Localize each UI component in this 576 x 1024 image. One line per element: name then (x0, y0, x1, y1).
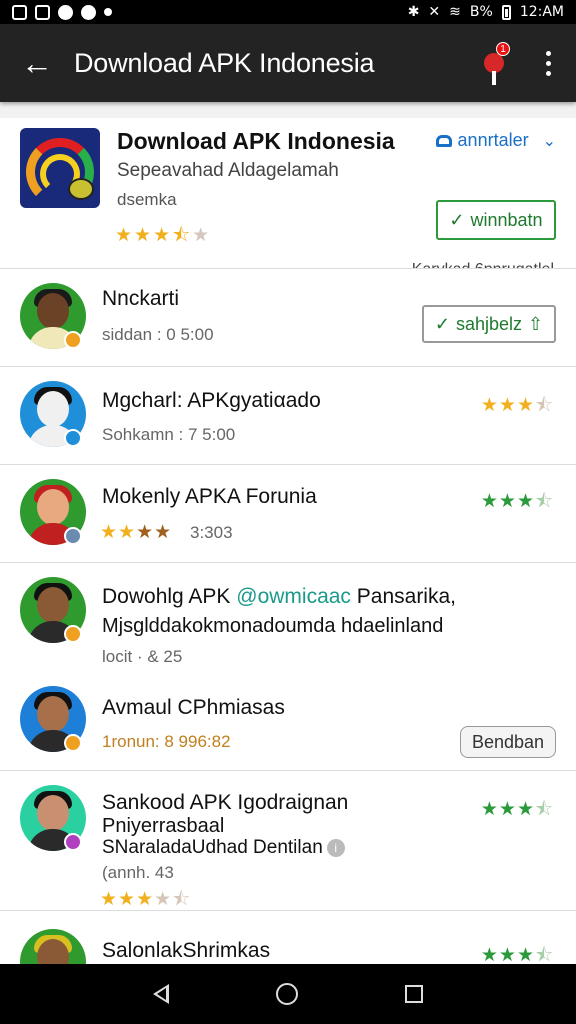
item-inline-rating: ★★★★ (100, 522, 173, 543)
overflow-menu-icon[interactable] (520, 24, 576, 102)
item-rating: ★★★⯪ (480, 395, 554, 416)
app-bar: ← Download APK Indonesia 1 (0, 24, 576, 102)
info-icon[interactable]: i (326, 838, 345, 857)
battery-icon (501, 4, 511, 20)
up-arrow-icon: ⇧ (528, 313, 544, 334)
sahjbelz-button[interactable]: ✓ sahjbelz ⇧ (422, 305, 556, 343)
item-subtitle: 1ronun: 8 996:82 (102, 732, 231, 751)
nav-home-icon[interactable] (275, 983, 298, 1005)
verified-badge-icon (64, 833, 82, 851)
featured-developer: dsemka (117, 190, 177, 209)
nav-recents-icon[interactable] (404, 985, 423, 1003)
content-list[interactable]: Download APK Indonesia Sepeavahad Aldage… (0, 102, 576, 964)
check-icon: ✓ (434, 313, 450, 334)
list-item[interactable]: Mgcharl: APKgyatiαado Sohkamn : 7 5:00 ★… (0, 366, 576, 464)
item-subtitle: locit · & 25 (102, 647, 183, 666)
notification-icon (484, 53, 504, 85)
clock: 12:AM (519, 4, 564, 20)
item-subtitle: Sohkamn : 7 5:00 (102, 425, 236, 444)
item-line-2: Pniyerrasbaal (102, 815, 225, 837)
signal-text: B% (469, 4, 493, 20)
item-line-3-text: SNaraladaUdhad Dentilan (102, 837, 323, 858)
item-title: Nnckarti (102, 287, 180, 310)
sync-notification-icon (81, 4, 96, 20)
item-subtitle: 3:303 (190, 523, 233, 542)
notification-button[interactable]: 1 (468, 24, 520, 102)
avatar (20, 929, 86, 964)
image-notification-icon (12, 4, 27, 20)
page-title: Download APK Indonesia (74, 47, 375, 78)
list-item[interactable]: Sankood APK Igodraignan Pniyerrasbaal SN… (0, 770, 576, 910)
item-title: SalonlakShrimkas (102, 939, 271, 962)
system-nav-bar (0, 964, 576, 1024)
file-notification-icon (35, 4, 50, 20)
item-rating: ★★★⯪ (480, 945, 554, 964)
install-button-label: winnbatn (470, 209, 543, 230)
item-line-3: SNaraladaUdhad Dentilan i (102, 837, 345, 859)
item-rating: ★★★⯪ (480, 799, 554, 820)
verified-badge-icon (64, 734, 82, 752)
list-item[interactable]: SalonlakShrimkas ★★★⯪ (0, 910, 576, 964)
wifi-icon: ≋ (449, 4, 461, 20)
verified-badge-icon (64, 429, 82, 447)
button-label: sahjbelz (455, 313, 523, 334)
item-title: Dowohlg APK @owmicaac Pansarika, (102, 585, 456, 609)
featured-rating: ★★★⯪★ (115, 225, 212, 246)
list-item[interactable]: Mokenly APKA Forunia ★★★★ 3:303 ★★★⯪ (0, 464, 576, 562)
install-dropdown[interactable]: annrtaler ⌄ (435, 130, 556, 151)
list-item[interactable]: Dowohlg APK @owmicaac Pansarika, Mjsgldd… (0, 562, 576, 672)
nav-back-icon[interactable] (153, 984, 170, 1004)
verified-badge-icon (64, 625, 82, 643)
item-title: Avmaul CPhmiasas (102, 696, 285, 719)
app-logo-icon (20, 128, 100, 208)
bluetooth-icon: ✱ (407, 4, 420, 20)
item-title: Mokenly APKA Forunia (102, 485, 317, 508)
item-title: Sankood APK Igodraignan (102, 791, 349, 814)
verified-badge-icon (64, 527, 82, 545)
mention-link[interactable]: @owmicaac (236, 585, 351, 608)
install-link-label: annrtaler (457, 130, 529, 150)
featured-subtitle: Sepeavahad Aldagelamah (117, 160, 339, 181)
list-item[interactable]: Avmaul CPhmiasas 1ronun: 8 996:82 Bendba… (0, 672, 576, 770)
bendban-button[interactable]: Bendban (460, 726, 556, 758)
item-subtitle: (annh. 43 (102, 863, 174, 882)
check-icon: ✓ (449, 209, 465, 230)
app-notification-icon (58, 4, 73, 20)
verified-badge-icon (64, 331, 82, 349)
item-subtitle: siddan : 0 5:00 (102, 325, 214, 344)
chevron-down-icon: ⌄ (542, 132, 556, 150)
featured-title: Download APK Indonesia (117, 128, 395, 154)
item-line-2: Mjsglddakokmonadoumda hdaelinland (102, 615, 444, 637)
item-title: Mgcharl: APKgyatiαado (102, 389, 321, 412)
list-item[interactable]: Nnckarti siddan : 0 5:00 ✓ sahjbelz ⇧ (0, 268, 576, 366)
dot-notification-icon (104, 8, 112, 16)
download-cloud-icon (435, 134, 452, 147)
notification-badge: 1 (496, 42, 510, 56)
back-arrow-icon[interactable]: ← (0, 24, 74, 102)
mute-icon: ✕ (428, 4, 441, 20)
item-rating: ★★★⯪ (480, 491, 554, 512)
title-prefix: Dowohlg APK (102, 585, 237, 608)
status-bar: ✱ ✕ ≋ B% 12:AM (0, 0, 576, 24)
install-button[interactable]: ✓ winnbatn (436, 200, 556, 240)
title-suffix: Pansarika, (350, 585, 456, 608)
